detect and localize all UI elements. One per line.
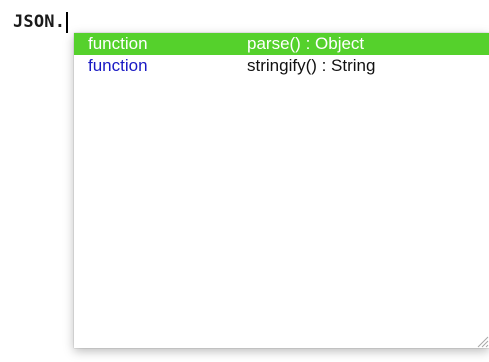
- code-editor[interactable]: JSON. function parse() : Object function…: [0, 0, 489, 362]
- resize-grip-icon[interactable]: [475, 334, 489, 348]
- item-kind: function: [88, 56, 148, 75]
- text-caret: [66, 11, 68, 33]
- popup-scrollbar[interactable]: [477, 33, 489, 348]
- item-signature: stringify() : String: [247, 56, 376, 75]
- code-text: JSON.: [13, 12, 66, 32]
- item-signature: parse() : Object: [247, 34, 365, 53]
- autocomplete-item-stringify[interactable]: function stringify() : String: [74, 55, 489, 77]
- item-kind: function: [88, 34, 148, 53]
- autocomplete-popup[interactable]: function parse() : Object function strin…: [74, 33, 489, 348]
- autocomplete-item-parse[interactable]: function parse() : Object: [74, 33, 489, 55]
- code-line[interactable]: JSON.: [13, 11, 68, 33]
